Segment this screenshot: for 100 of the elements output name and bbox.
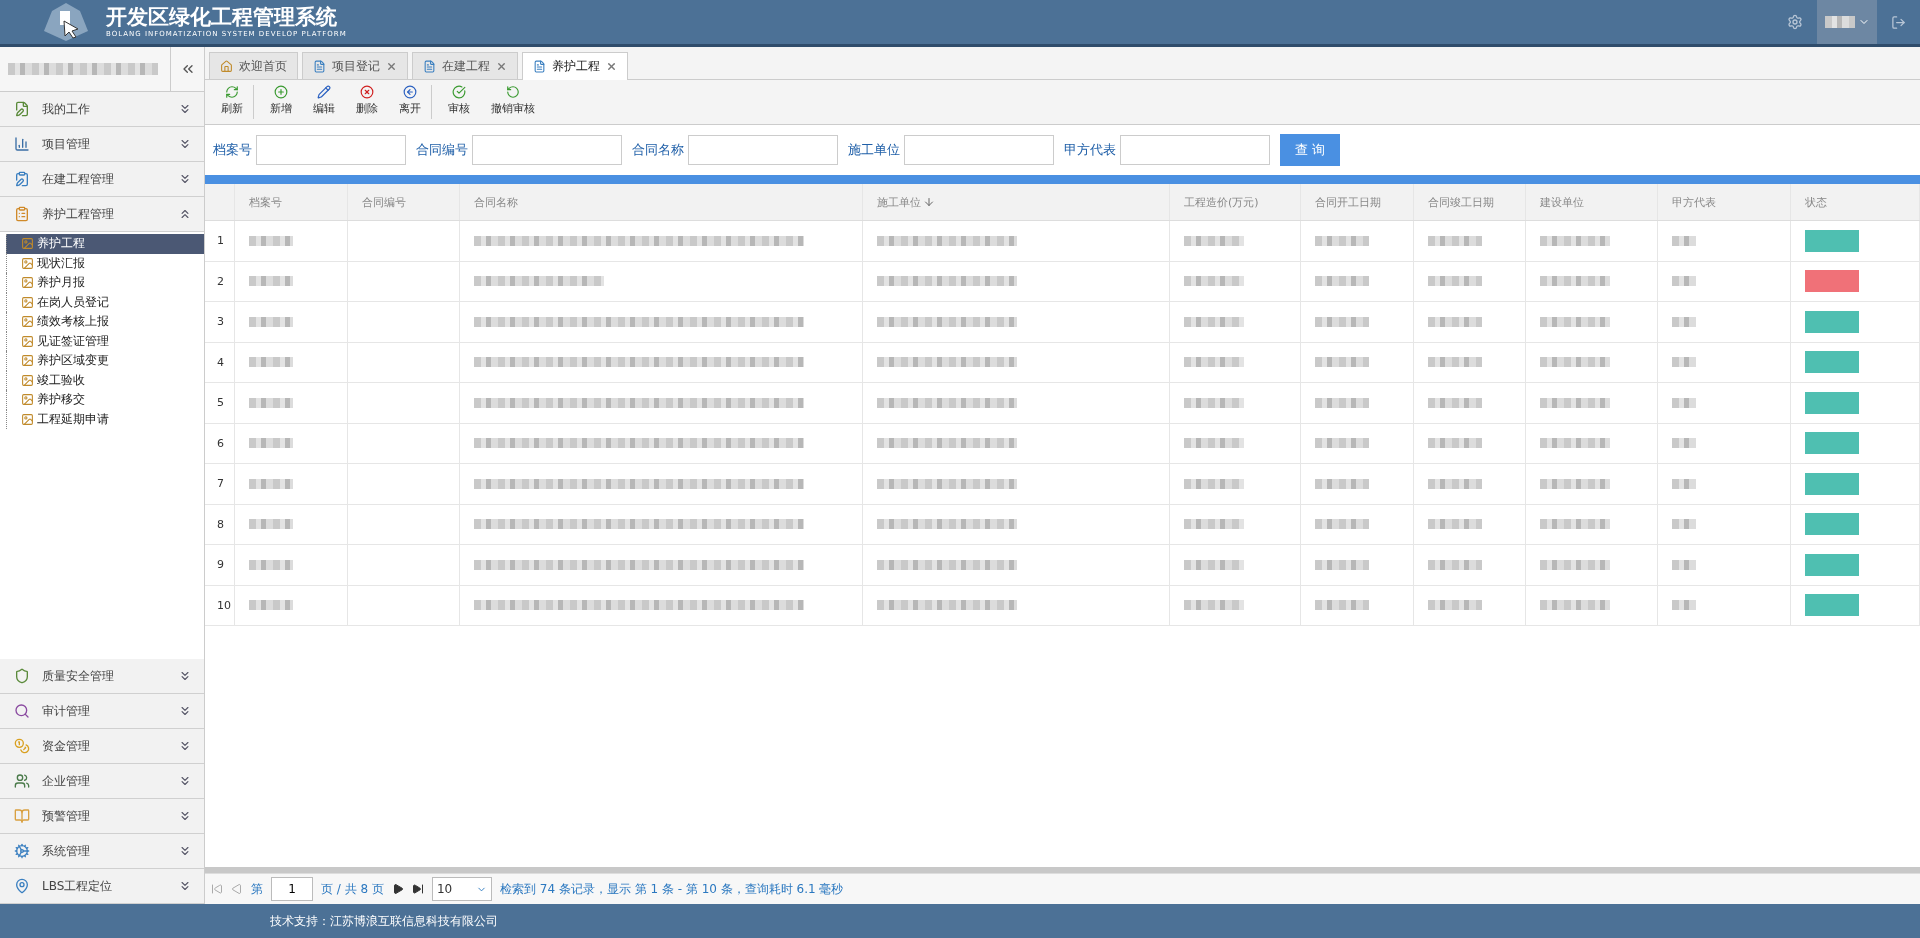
sidebar-group[interactable]: 质量安全管理 bbox=[0, 659, 204, 694]
first-page-icon[interactable] bbox=[211, 883, 223, 895]
redacted-text bbox=[249, 235, 293, 246]
field-label: 档案号 bbox=[213, 141, 252, 159]
redacted-text bbox=[1672, 559, 1697, 570]
tab[interactable]: 项目登记 bbox=[302, 52, 408, 79]
redacted-text bbox=[1184, 357, 1245, 368]
field-label: 甲方代表 bbox=[1064, 141, 1116, 159]
field-label: 施工单位 bbox=[848, 141, 900, 159]
pencil-icon bbox=[317, 85, 331, 99]
page-input[interactable]: 1 bbox=[271, 877, 313, 901]
sidebar-item[interactable]: 绩效考核上报 bbox=[6, 312, 204, 332]
redacted-text bbox=[1539, 397, 1610, 408]
redacted-text bbox=[1539, 600, 1610, 611]
input-field[interactable] bbox=[256, 135, 406, 165]
sidebar-item[interactable]: 竣工验收 bbox=[6, 370, 204, 390]
sidebar-group[interactable]: 项目管理 bbox=[0, 127, 204, 162]
sidebar-item[interactable]: 现状汇报 bbox=[6, 253, 204, 273]
toolbar-button[interactable]: 审核 bbox=[438, 85, 481, 119]
redacted-text bbox=[1539, 316, 1610, 327]
input-field[interactable] bbox=[1120, 135, 1270, 165]
redacted-text bbox=[1539, 478, 1610, 489]
document-icon bbox=[533, 60, 546, 73]
sidebar-group[interactable]: 审计管理 bbox=[0, 694, 204, 729]
previous-page-icon[interactable] bbox=[231, 883, 243, 895]
input-field[interactable] bbox=[904, 135, 1054, 165]
image-icon bbox=[21, 354, 34, 368]
row-number: 5 bbox=[217, 396, 224, 410]
sidebar-item[interactable]: 养护移交 bbox=[6, 390, 204, 410]
sidebar-item[interactable]: 养护区域变更 bbox=[6, 351, 204, 371]
image-icon bbox=[21, 315, 34, 329]
cross-icon bbox=[360, 85, 374, 99]
sidebar-group[interactable]: 养护工程管理 bbox=[0, 197, 204, 232]
last-page-icon[interactable] bbox=[411, 883, 424, 895]
toolbar-button[interactable]: 删除 bbox=[346, 85, 389, 119]
sidebar-group[interactable]: 在建工程管理 bbox=[0, 162, 204, 197]
page-size-select[interactable]: 10 bbox=[431, 877, 492, 901]
row-number: 4 bbox=[217, 355, 224, 369]
refresh-icon bbox=[225, 85, 239, 99]
row-number: 1 bbox=[217, 234, 224, 248]
redacted-text bbox=[1672, 438, 1697, 449]
redacted-text bbox=[1672, 397, 1697, 408]
redacted-text bbox=[1539, 276, 1610, 287]
map-pin-icon bbox=[14, 878, 30, 894]
user-menu[interactable] bbox=[1817, 0, 1877, 44]
redacted-text bbox=[1184, 559, 1245, 570]
input-field[interactable] bbox=[688, 135, 838, 165]
row-number: 7 bbox=[217, 477, 224, 491]
input-field[interactable] bbox=[472, 135, 622, 165]
page-total: 页 / 共 8 页 bbox=[321, 880, 384, 898]
redacted-text bbox=[1184, 235, 1245, 246]
app-title: 开发区绿化工程管理系统 bbox=[106, 5, 338, 29]
sidebar-item[interactable]: 见证签证管理 bbox=[6, 331, 204, 351]
redacted-text bbox=[1184, 397, 1245, 408]
tab[interactable]: 养护工程 bbox=[522, 52, 628, 80]
row-number: 3 bbox=[217, 315, 224, 329]
redacted-text bbox=[249, 316, 293, 327]
redacted-text bbox=[1672, 357, 1697, 368]
sidebar-group[interactable]: 系统管理 bbox=[0, 834, 204, 869]
sidebar-item[interactable]: 在岗人员登记 bbox=[6, 292, 204, 312]
coins-icon bbox=[14, 738, 30, 754]
sidebar-group[interactable]: 企业管理 bbox=[0, 764, 204, 799]
redacted-text bbox=[1314, 397, 1369, 408]
arrow-left-icon bbox=[403, 85, 417, 99]
check-icon bbox=[452, 85, 466, 99]
close-icon[interactable] bbox=[386, 60, 397, 72]
scrollbar[interactable] bbox=[205, 867, 1920, 873]
image-icon bbox=[21, 393, 34, 407]
toolbar-button[interactable]: 新增 bbox=[260, 85, 303, 119]
sidebar-group[interactable]: LBS工程定位 bbox=[0, 869, 204, 904]
row-number: 2 bbox=[217, 274, 224, 288]
toolbar-button[interactable]: 撤销审核 bbox=[481, 85, 546, 119]
redacted-text bbox=[249, 559, 293, 570]
redacted-text bbox=[1428, 559, 1483, 570]
close-icon[interactable] bbox=[606, 61, 617, 72]
plus-icon bbox=[274, 85, 288, 99]
redacted-text bbox=[1672, 276, 1697, 287]
row-number: 8 bbox=[217, 517, 224, 531]
sidebar-group[interactable]: 我的工作 bbox=[0, 92, 204, 127]
sidebar-item[interactable]: 工程延期申请 bbox=[6, 409, 204, 429]
toolbar-button[interactable]: 刷新 bbox=[211, 85, 254, 119]
sidebar-group[interactable]: 资金管理 bbox=[0, 729, 204, 764]
toolbar-button[interactable]: 编辑 bbox=[303, 85, 346, 119]
sidebar-item[interactable]: 养护月报 bbox=[6, 273, 204, 293]
redacted-text bbox=[1428, 600, 1483, 611]
redacted-text bbox=[1428, 438, 1483, 449]
sidebar-item[interactable]: 养护工程 bbox=[6, 234, 204, 254]
redacted-text bbox=[249, 397, 293, 408]
next-page-icon[interactable] bbox=[391, 883, 404, 895]
home-icon bbox=[220, 59, 233, 73]
redacted-text bbox=[1672, 519, 1697, 530]
redacted-text bbox=[1428, 478, 1483, 489]
sidebar-group[interactable]: 预警管理 bbox=[0, 799, 204, 834]
toolbar-button[interactable]: 离开 bbox=[389, 85, 432, 119]
tab[interactable]: 在建工程 bbox=[412, 52, 518, 79]
close-icon[interactable] bbox=[496, 60, 507, 72]
bar-chart-icon bbox=[14, 136, 30, 152]
redacted-text bbox=[1184, 519, 1245, 530]
tab[interactable]: 欢迎首页 bbox=[209, 52, 298, 79]
shield-icon bbox=[14, 668, 30, 684]
